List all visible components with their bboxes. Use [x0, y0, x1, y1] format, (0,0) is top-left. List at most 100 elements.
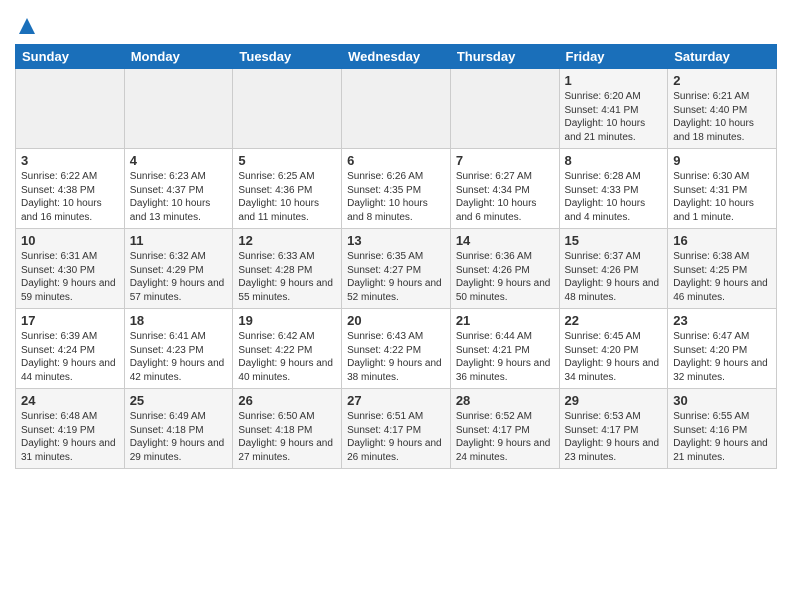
day-number: 28 [456, 393, 554, 408]
calendar-cell: 8 Sunrise: 6:28 AM Sunset: 4:33 PM Daylig… [559, 149, 668, 229]
day-info: Sunrise: 6:27 AM Sunset: 4:34 PM Dayligh… [456, 170, 554, 224]
logo-icon [17, 16, 37, 36]
calendar-header-row: SundayMondayTuesdayWednesdayThursdayFrid… [16, 45, 777, 69]
day-number: 25 [130, 393, 228, 408]
col-header-monday: Monday [124, 45, 233, 69]
day-info: Sunrise: 6:20 AM Sunset: 4:41 PM Dayligh… [565, 90, 663, 144]
calendar-cell: 25 Sunrise: 6:49 AM Sunset: 4:18 PM Dayli… [124, 389, 233, 469]
day-info: Sunrise: 6:32 AM Sunset: 4:29 PM Dayligh… [130, 250, 228, 304]
calendar-cell: 18Sunrise: 6:41 AM Sunset: 4:23 PM Dayli… [124, 309, 233, 389]
day-number: 1 [565, 73, 663, 88]
calendar-week-2: 3 Sunrise: 6:22 AM Sunset: 4:38 PM Daylig… [16, 149, 777, 229]
calendar-cell: 2 Sunrise: 6:21 AM Sunset: 4:40 PM Daylig… [668, 69, 777, 149]
day-number: 4 [130, 153, 228, 168]
calendar-cell: 23 Sunrise: 6:47 AM Sunset: 4:20 PM Dayli… [668, 309, 777, 389]
col-header-tuesday: Tuesday [233, 45, 342, 69]
day-info: Sunrise: 6:30 AM Sunset: 4:31 PM Dayligh… [673, 170, 771, 224]
day-number: 30 [673, 393, 771, 408]
calendar-cell [16, 69, 125, 149]
day-number: 9 [673, 153, 771, 168]
day-number: 16 [673, 233, 771, 248]
day-number: 27 [347, 393, 445, 408]
day-info: Sunrise: 6:31 AM Sunset: 4:30 PM Dayligh… [21, 250, 119, 304]
day-number: 19 [238, 313, 336, 328]
day-number: 7 [456, 153, 554, 168]
day-number: 15 [565, 233, 663, 248]
calendar-cell: 9 Sunrise: 6:30 AM Sunset: 4:31 PM Daylig… [668, 149, 777, 229]
day-number: 3 [21, 153, 119, 168]
calendar-cell [342, 69, 451, 149]
calendar-cell [233, 69, 342, 149]
calendar-cell: 12 Sunrise: 6:33 AM Sunset: 4:28 PM Dayli… [233, 229, 342, 309]
calendar-table: SundayMondayTuesdayWednesdayThursdayFrid… [15, 44, 777, 469]
day-number: 26 [238, 393, 336, 408]
day-info: Sunrise: 6:25 AM Sunset: 4:36 PM Dayligh… [238, 170, 336, 224]
day-number: 6 [347, 153, 445, 168]
col-header-wednesday: Wednesday [342, 45, 451, 69]
col-header-saturday: Saturday [668, 45, 777, 69]
calendar-cell [450, 69, 559, 149]
logo [15, 15, 37, 36]
day-info: Sunrise: 6:47 AM Sunset: 4:20 PM Dayligh… [673, 330, 771, 384]
day-number: 17 [21, 313, 119, 328]
col-header-friday: Friday [559, 45, 668, 69]
calendar-cell: 29Sunrise: 6:53 AM Sunset: 4:17 PM Dayli… [559, 389, 668, 469]
calendar-cell: 17 Sunrise: 6:39 AM Sunset: 4:24 PM Dayli… [16, 309, 125, 389]
col-header-thursday: Thursday [450, 45, 559, 69]
day-number: 11 [130, 233, 228, 248]
header [15, 10, 777, 36]
calendar-cell: 10 Sunrise: 6:31 AM Sunset: 4:30 PM Dayli… [16, 229, 125, 309]
day-info: Sunrise: 6:45 AM Sunset: 4:20 PM Dayligh… [565, 330, 663, 384]
day-info: Sunrise: 6:51 AM Sunset: 4:17 PM Dayligh… [347, 410, 445, 464]
day-number: 14 [456, 233, 554, 248]
day-info: Sunrise: 6:22 AM Sunset: 4:38 PM Dayligh… [21, 170, 119, 224]
day-number: 20 [347, 313, 445, 328]
day-info: Sunrise: 6:28 AM Sunset: 4:33 PM Dayligh… [565, 170, 663, 224]
calendar-cell: 14Sunrise: 6:36 AM Sunset: 4:26 PM Dayli… [450, 229, 559, 309]
calendar-cell: 6 Sunrise: 6:26 AM Sunset: 4:35 PM Daylig… [342, 149, 451, 229]
day-info: Sunrise: 6:35 AM Sunset: 4:27 PM Dayligh… [347, 250, 445, 304]
calendar-cell: 13 Sunrise: 6:35 AM Sunset: 4:27 PM Dayli… [342, 229, 451, 309]
calendar-cell: 16 Sunrise: 6:38 AM Sunset: 4:25 PM Dayli… [668, 229, 777, 309]
day-info: Sunrise: 6:38 AM Sunset: 4:25 PM Dayligh… [673, 250, 771, 304]
calendar-cell: 4 Sunrise: 6:23 AM Sunset: 4:37 PM Daylig… [124, 149, 233, 229]
calendar-cell: 1 Sunrise: 6:20 AM Sunset: 4:41 PM Daylig… [559, 69, 668, 149]
day-info: Sunrise: 6:39 AM Sunset: 4:24 PM Dayligh… [21, 330, 119, 384]
day-number: 10 [21, 233, 119, 248]
calendar-cell: 30 Sunrise: 6:55 AM Sunset: 4:16 PM Dayli… [668, 389, 777, 469]
day-number: 12 [238, 233, 336, 248]
day-number: 18 [130, 313, 228, 328]
calendar-cell: 26 Sunrise: 6:50 AM Sunset: 4:18 PM Dayli… [233, 389, 342, 469]
day-number: 24 [21, 393, 119, 408]
calendar-cell: 22 Sunrise: 6:45 AM Sunset: 4:20 PM Dayli… [559, 309, 668, 389]
day-number: 22 [565, 313, 663, 328]
day-info: Sunrise: 6:21 AM Sunset: 4:40 PM Dayligh… [673, 90, 771, 144]
day-number: 13 [347, 233, 445, 248]
day-info: Sunrise: 6:49 AM Sunset: 4:18 PM Dayligh… [130, 410, 228, 464]
day-info: Sunrise: 6:42 AM Sunset: 4:22 PM Dayligh… [238, 330, 336, 384]
calendar-cell: 21Sunrise: 6:44 AM Sunset: 4:21 PM Dayli… [450, 309, 559, 389]
day-info: Sunrise: 6:55 AM Sunset: 4:16 PM Dayligh… [673, 410, 771, 464]
day-number: 2 [673, 73, 771, 88]
day-number: 8 [565, 153, 663, 168]
calendar-cell: 20Sunrise: 6:43 AM Sunset: 4:22 PM Dayli… [342, 309, 451, 389]
day-info: Sunrise: 6:48 AM Sunset: 4:19 PM Dayligh… [21, 410, 119, 464]
calendar-cell: 5 Sunrise: 6:25 AM Sunset: 4:36 PM Daylig… [233, 149, 342, 229]
day-info: Sunrise: 6:50 AM Sunset: 4:18 PM Dayligh… [238, 410, 336, 464]
calendar-cell: 27 Sunrise: 6:51 AM Sunset: 4:17 PM Dayli… [342, 389, 451, 469]
day-number: 23 [673, 313, 771, 328]
calendar-cell: 3 Sunrise: 6:22 AM Sunset: 4:38 PM Daylig… [16, 149, 125, 229]
day-number: 5 [238, 153, 336, 168]
day-info: Sunrise: 6:23 AM Sunset: 4:37 PM Dayligh… [130, 170, 228, 224]
calendar-cell [124, 69, 233, 149]
day-info: Sunrise: 6:37 AM Sunset: 4:26 PM Dayligh… [565, 250, 663, 304]
calendar-cell: 7 Sunrise: 6:27 AM Sunset: 4:34 PM Daylig… [450, 149, 559, 229]
day-info: Sunrise: 6:33 AM Sunset: 4:28 PM Dayligh… [238, 250, 336, 304]
col-header-sunday: Sunday [16, 45, 125, 69]
calendar-cell: 28Sunrise: 6:52 AM Sunset: 4:17 PM Dayli… [450, 389, 559, 469]
calendar-week-4: 17 Sunrise: 6:39 AM Sunset: 4:24 PM Dayli… [16, 309, 777, 389]
calendar-cell: 15 Sunrise: 6:37 AM Sunset: 4:26 PM Dayli… [559, 229, 668, 309]
day-number: 21 [456, 313, 554, 328]
day-info: Sunrise: 6:26 AM Sunset: 4:35 PM Dayligh… [347, 170, 445, 224]
day-info: Sunrise: 6:53 AM Sunset: 4:17 PM Dayligh… [565, 410, 663, 464]
